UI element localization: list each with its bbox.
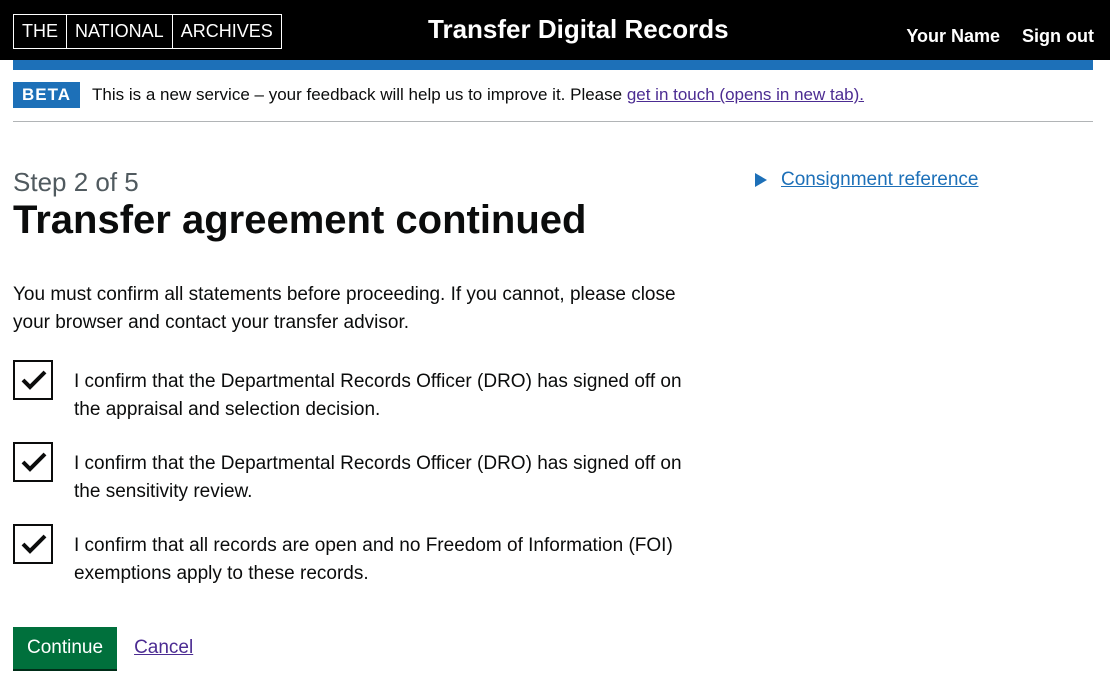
page-title: Transfer agreement continued: [13, 198, 587, 242]
step-caption: Step 2 of 5: [13, 167, 139, 197]
triangle-right-icon: [755, 173, 767, 187]
logo-part-national: NATIONAL: [67, 15, 173, 48]
header-accent-bar: [13, 60, 1093, 70]
appraisal-checkbox-label[interactable]: I confirm that the Departmental Records …: [74, 368, 713, 424]
service-name[interactable]: Transfer Digital Records: [428, 14, 729, 45]
divider: [13, 121, 1093, 122]
button-group: Continue Cancel: [13, 627, 193, 669]
header-nav: Your Name Sign out: [906, 26, 1094, 47]
checkbox-item-appraisal: I confirm that the Departmental Records …: [13, 360, 713, 424]
user-name-link[interactable]: Your Name: [906, 26, 1000, 47]
checkbox-item-open-records: I confirm that all records are open and …: [13, 524, 713, 588]
intro-text: You must confirm all statements before p…: [13, 284, 676, 333]
site-header: THE NATIONAL ARCHIVES Transfer Digital R…: [0, 0, 1110, 60]
open-records-checkbox-label[interactable]: I confirm that all records are open and …: [74, 532, 713, 588]
sensitivity-checkbox-label[interactable]: I confirm that the Departmental Records …: [74, 450, 713, 506]
appraisal-checkbox[interactable]: [13, 360, 53, 400]
checkmark-icon: [21, 452, 47, 472]
sign-out-link[interactable]: Sign out: [1022, 26, 1094, 47]
checkmark-icon: [21, 534, 47, 554]
logo-part-the: THE: [14, 15, 67, 48]
checkbox-item-sensitivity: I confirm that the Departmental Records …: [13, 442, 713, 506]
sensitivity-checkbox[interactable]: [13, 442, 53, 482]
cancel-link[interactable]: Cancel: [134, 637, 193, 659]
logo-part-archives: ARCHIVES: [180, 21, 273, 41]
phase-banner-message: This is a new service – your feedback wi…: [92, 85, 627, 104]
phase-banner-text: This is a new service – your feedback wi…: [92, 85, 864, 105]
consignment-reference-summary[interactable]: Consignment reference: [781, 169, 979, 191]
phase-banner: BETA This is a new service – your feedba…: [13, 82, 1093, 108]
national-archives-logo[interactable]: THE NATIONAL ARCHIVES: [13, 14, 282, 49]
feedback-link[interactable]: get in touch (opens in new tab).: [627, 85, 864, 104]
consignment-reference-details[interactable]: Consignment reference: [755, 169, 979, 191]
beta-tag: BETA: [13, 82, 81, 108]
checkmark-icon: [21, 370, 47, 390]
open-records-checkbox[interactable]: [13, 524, 53, 564]
continue-button[interactable]: Continue: [13, 627, 118, 669]
